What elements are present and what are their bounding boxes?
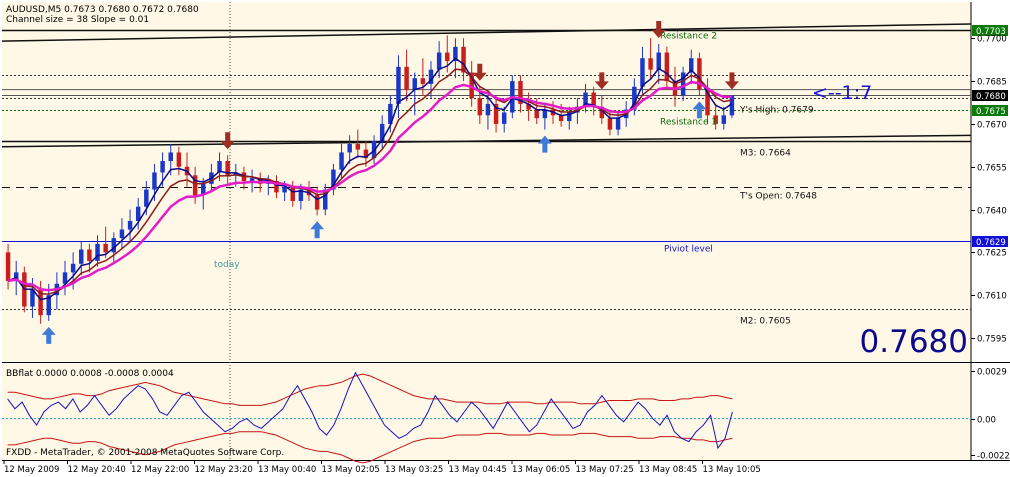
time-label-2: 12 May 22:00 <box>131 465 189 475</box>
level-label-8: M2: 0.7605 <box>740 317 791 327</box>
today-label: today <box>214 260 240 270</box>
price-tag-2: 0.7680 <box>976 92 1006 102</box>
time-label-4: 13 May 00:40 <box>258 465 316 475</box>
candle-body <box>5 252 11 281</box>
candle-body <box>420 78 426 84</box>
candle-body <box>144 189 149 207</box>
candle-body <box>477 98 483 116</box>
candle-body <box>640 58 645 87</box>
candle-body <box>119 229 125 239</box>
candle-body <box>501 112 507 124</box>
candle-body <box>412 78 417 90</box>
candle-body <box>249 178 255 181</box>
main-panel-background <box>2 2 971 361</box>
current-price-big: 0.7680 <box>860 324 968 360</box>
level-label-4: Resistance 1 <box>660 118 717 128</box>
time-label-0: 12 May 2009 <box>4 465 59 475</box>
candle-body <box>664 52 670 82</box>
candle-body <box>70 263 76 273</box>
candle-body <box>127 220 133 230</box>
candle-body <box>347 143 352 153</box>
candle-body <box>168 152 173 162</box>
candle-body <box>111 238 117 253</box>
time-label-10: 13 May 08:45 <box>639 465 697 475</box>
channel-info: Channel size = 38 Slope = 0.01 <box>6 15 149 25</box>
candle-body <box>436 52 442 70</box>
candle-body <box>648 58 653 70</box>
candle-body <box>176 152 182 167</box>
price-tick-label-3: 0.7655 <box>977 164 1007 174</box>
time-label-1: 12 May 20:40 <box>68 465 126 475</box>
candle-body <box>656 52 661 70</box>
level-label-0: Resistance 2 <box>660 32 717 42</box>
price-tick-label-0: 0.7700 <box>977 35 1007 45</box>
copyright-text: FXDD - MetaTrader, © 2001-2008 MetaQuote… <box>6 448 284 458</box>
symbol-title: AUDUSD,M5 0.7673 0.7680 0.7672 0.7680 <box>6 5 199 15</box>
candle-body <box>404 66 409 90</box>
price-tag-4: 0.7675 <box>976 107 1006 117</box>
price-tick-label-4: 0.7640 <box>977 207 1007 217</box>
price-tick-label-1: 0.7685 <box>977 78 1007 88</box>
candle-body <box>160 161 165 173</box>
candle-body <box>87 249 92 261</box>
candle-body <box>396 66 401 104</box>
time-label-9: 13 May 07:25 <box>576 465 634 475</box>
level-label-5: M3: 0.7664 <box>740 149 791 159</box>
candle-body <box>485 103 491 116</box>
price-axis: 0.77030.76800.76750.76290.77000.76850.76… <box>971 25 1008 345</box>
candle-body <box>95 243 100 261</box>
candle-body <box>721 115 727 124</box>
price-tick-label-7: 0.7595 <box>977 335 1007 345</box>
candle-body <box>534 109 539 119</box>
level-label-3: Y's High: 0.7679 <box>739 106 814 116</box>
candle-body <box>79 249 84 264</box>
candle-body <box>607 118 613 130</box>
time-label-11: 13 May 10:05 <box>703 465 761 475</box>
ratio-arrow-annotation: <--1:7 <box>812 82 872 104</box>
price-tick-label-5: 0.7625 <box>977 249 1007 259</box>
price-tick-label-6: 0.7610 <box>977 292 1007 302</box>
level-label-7: Piviot level <box>664 245 713 255</box>
time-label-6: 13 May 03:25 <box>385 465 443 475</box>
time-label-8: 13 May 06:05 <box>512 465 570 475</box>
candle-body <box>461 46 466 73</box>
indicator-tick-label-0: 0.0029 <box>977 368 1007 378</box>
candle-body <box>615 118 621 130</box>
price-tick-label-2: 0.7670 <box>977 121 1007 131</box>
candle-body <box>152 172 157 190</box>
time-label-7: 13 May 04:45 <box>449 465 507 475</box>
level-label-6: T's Open: 0.7648 <box>739 192 817 202</box>
time-label-5: 13 May 02:05 <box>322 465 380 475</box>
candle-body <box>103 243 108 253</box>
metatrader-chart-window: today Resistance 2 Y's High: 0.7679 Resist… <box>0 0 1010 477</box>
indicator-tick-label-1: 0.00 <box>977 416 996 426</box>
indicator-title: BBflat 0.0000 0.0008 -0.0008 0.0004 <box>6 369 174 379</box>
price-tag-7: 0.7629 <box>976 238 1006 248</box>
candle-body <box>355 143 361 150</box>
candle-body <box>445 52 450 62</box>
chart-canvas[interactable]: today Resistance 2 Y's High: 0.7679 Resist… <box>0 0 1010 477</box>
candle-body <box>290 186 295 201</box>
time-label-3: 12 May 23:20 <box>195 465 253 475</box>
indicator-tick-label-2: -0.0022 <box>977 452 1010 462</box>
candle-body <box>339 152 344 170</box>
